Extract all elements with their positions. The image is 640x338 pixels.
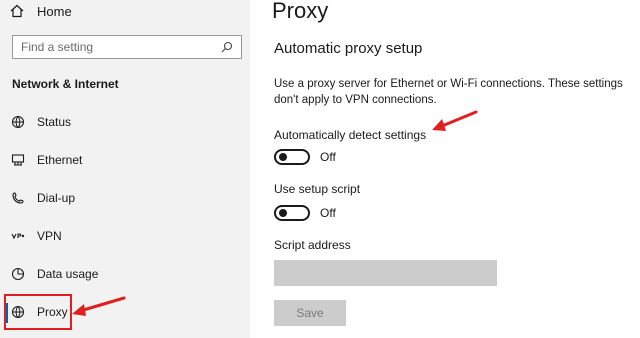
save-button[interactable]: Save — [274, 300, 346, 326]
sidebar-item-label: Status — [37, 115, 72, 129]
search-input[interactable] — [13, 37, 221, 57]
globe-icon — [10, 304, 26, 320]
setup-script-label: Use setup script — [274, 182, 361, 196]
annotation-arrow-icon — [432, 110, 478, 131]
section-heading: Automatic proxy setup — [274, 40, 423, 57]
home-icon — [10, 3, 26, 19]
sidebar-item-data-usage[interactable]: Data usage — [0, 255, 250, 293]
dial-up-icon — [10, 190, 26, 206]
section-title: Network & Internet — [12, 77, 119, 91]
script-address-input[interactable] — [274, 260, 497, 286]
auto-detect-switch[interactable] — [274, 149, 310, 165]
sidebar-item-status[interactable]: Status — [0, 103, 250, 141]
auto-detect-state: Off — [320, 150, 336, 164]
page-title: Proxy — [272, 0, 329, 23]
sidebar-item-label: VPN — [37, 229, 62, 243]
sidebar: Home Network & Internet Status Ethernet — [0, 0, 250, 338]
description-text: Use a proxy server for Ethernet or Wi-Fi… — [274, 78, 623, 106]
setup-script-switch[interactable] — [274, 205, 310, 221]
home-nav-item[interactable]: Home — [10, 2, 72, 20]
vpn-icon — [10, 228, 26, 244]
sidebar-item-label: Ethernet — [37, 153, 83, 167]
script-address-label: Script address — [274, 238, 351, 252]
auto-detect-toggle[interactable]: Off — [274, 149, 336, 165]
sidebar-item-proxy[interactable]: Proxy — [0, 293, 250, 331]
sidebar-item-dial-up[interactable]: Dial-up — [0, 179, 250, 217]
data-usage-icon — [10, 266, 26, 282]
sidebar-item-vpn[interactable]: VPN — [0, 217, 250, 255]
sidebar-item-label: Proxy — [37, 305, 68, 319]
network-nav: Status Ethernet Dial-up VPN Data usage P… — [0, 103, 250, 331]
home-label: Home — [37, 3, 72, 19]
search-box[interactable] — [12, 35, 242, 59]
setup-script-state: Off — [320, 206, 336, 220]
setup-script-toggle[interactable]: Off — [274, 205, 336, 221]
ethernet-icon — [10, 152, 26, 168]
auto-detect-label: Automatically detect settings — [274, 128, 427, 142]
sidebar-item-ethernet[interactable]: Ethernet — [0, 141, 250, 179]
settings-window: Home Network & Internet Status Ethernet — [0, 0, 640, 338]
globe-status-icon — [10, 114, 26, 130]
main-panel: Proxy Automatic proxy setup Use a proxy … — [250, 0, 640, 338]
search-icon[interactable] — [221, 40, 235, 54]
sidebar-item-label: Data usage — [37, 267, 99, 281]
sidebar-item-label: Dial-up — [37, 191, 76, 205]
